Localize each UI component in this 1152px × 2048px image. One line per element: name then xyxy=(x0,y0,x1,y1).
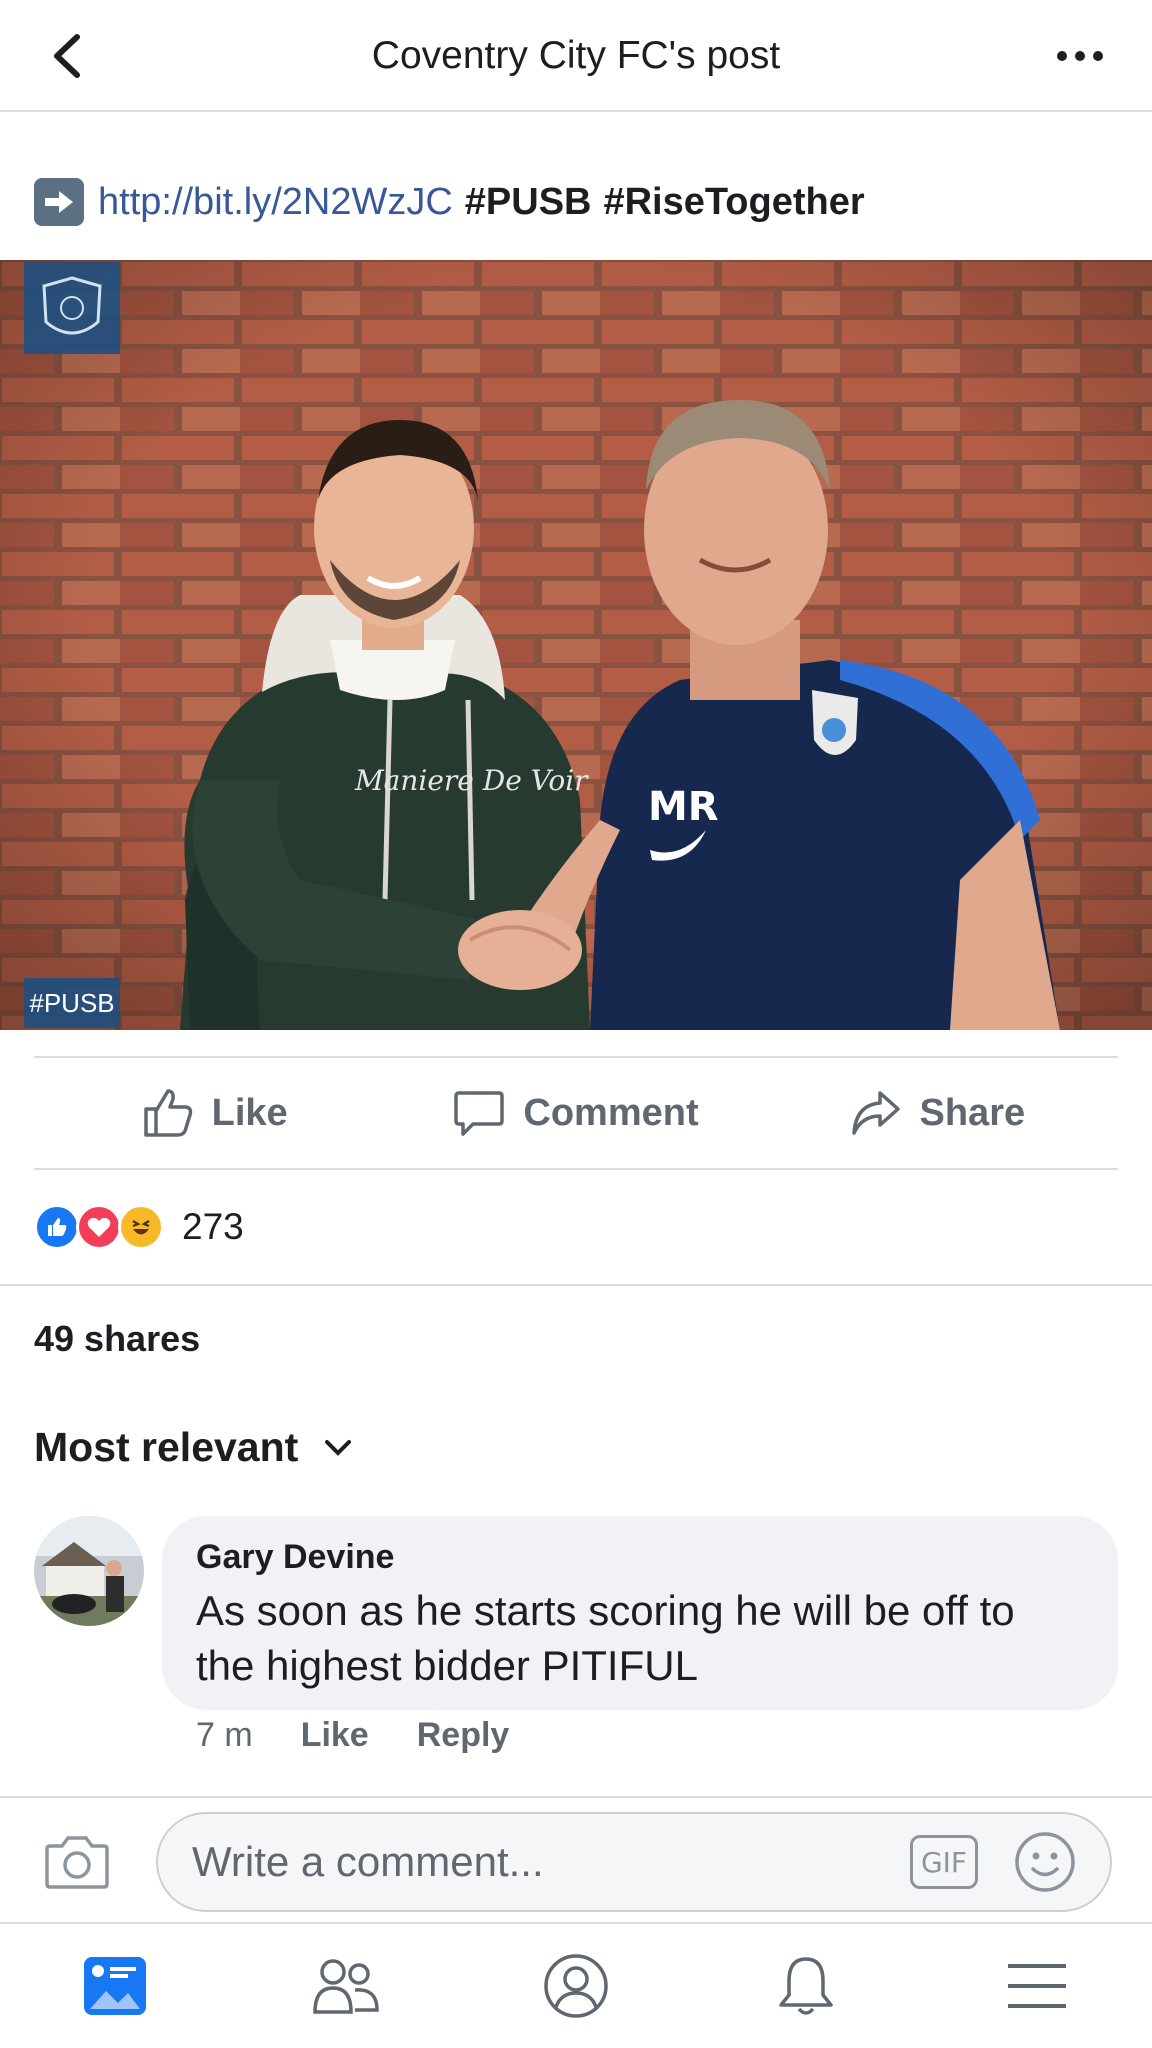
comment-author[interactable]: Gary Devine xyxy=(196,1538,1084,1577)
shirt-initials: MR xyxy=(648,784,719,830)
share-label: Share xyxy=(919,1091,1026,1134)
nav-friends[interactable] xyxy=(230,1924,460,2048)
post-actions: Like Comment Share xyxy=(34,1058,1118,1168)
comment-input[interactable]: Write a comment... GIF xyxy=(156,1812,1112,1912)
more-options-button[interactable] xyxy=(1048,30,1112,82)
svg-text:#PUSB: #PUSB xyxy=(29,988,114,1018)
post-photo[interactable]: Maniere De Voir MR #PUSB xyxy=(0,260,1152,1030)
chevron-down-icon xyxy=(325,1439,352,1456)
hashtag-pusb[interactable]: #PUSB xyxy=(465,181,592,224)
nav-news-feed[interactable] xyxy=(0,1924,230,2048)
comment-meta: 7 m Like Reply xyxy=(196,1716,557,1755)
hashtag-badge: #PUSB xyxy=(24,978,120,1028)
hamburger-menu-icon xyxy=(1007,1964,1066,2008)
right-arrow-emoji-icon xyxy=(34,178,84,226)
hoodie-text: Maniere De Voir xyxy=(354,764,589,797)
avatar[interactable] xyxy=(34,1516,144,1626)
share-arrow-icon xyxy=(851,1091,900,1135)
share-count[interactable]: 49 shares xyxy=(34,1318,200,1360)
share-button[interactable]: Share xyxy=(757,1058,1118,1168)
comment-time[interactable]: 7 m xyxy=(196,1716,253,1755)
love-reaction-icon xyxy=(76,1204,122,1250)
nav-notifications[interactable] xyxy=(691,1924,921,2048)
comment-sort-dropdown[interactable]: Most relevant xyxy=(34,1424,352,1471)
handshake xyxy=(458,910,582,990)
comment-input-placeholder: Write a comment... xyxy=(192,1838,544,1885)
profile-icon xyxy=(544,1954,608,2018)
post-link[interactable]: http://bit.ly/2N2WzJC xyxy=(98,181,453,224)
comment-text: As soon as he starts scoring he will be … xyxy=(196,1587,1015,1689)
thumbs-up-icon xyxy=(143,1089,192,1137)
gif-button[interactable]: GIF xyxy=(910,1835,978,1889)
comment-label: Comment xyxy=(523,1091,699,1134)
like-reaction-icon xyxy=(34,1204,80,1250)
sort-label: Most relevant xyxy=(34,1424,299,1470)
comment-reply-link[interactable]: Reply xyxy=(417,1716,510,1755)
top-bar: Coventry City FC's post xyxy=(0,0,1152,112)
divider xyxy=(0,1796,1152,1798)
more-dots-icon xyxy=(1057,51,1103,61)
comment-bubble-icon xyxy=(454,1091,505,1136)
nav-menu[interactable] xyxy=(922,1924,1152,2048)
hashtag-risetogether[interactable]: #RiseTogether xyxy=(603,181,864,224)
post-text: http://bit.ly/2N2WzJC #PUSB #RiseTogethe… xyxy=(34,176,877,228)
reaction-summary[interactable]: 273 xyxy=(34,1200,244,1254)
divider xyxy=(34,1168,1118,1170)
bottom-nav xyxy=(0,1924,1152,2048)
comment-button[interactable]: Comment xyxy=(395,1058,756,1168)
like-button[interactable]: Like xyxy=(34,1058,395,1168)
like-label: Like xyxy=(211,1091,288,1134)
camera-icon[interactable] xyxy=(44,1834,110,1890)
divider xyxy=(0,1284,1152,1286)
friends-icon xyxy=(312,1959,379,2014)
haha-reaction-icon xyxy=(118,1204,164,1250)
club-crest-badge xyxy=(24,262,120,354)
nav-profile[interactable] xyxy=(461,1924,691,2048)
reaction-count: 273 xyxy=(182,1206,244,1247)
news-feed-icon xyxy=(84,1957,147,2015)
comment-bubble: Gary Devine As soon as he starts scoring… xyxy=(162,1516,1118,1710)
comment-like-link[interactable]: Like xyxy=(301,1716,369,1755)
bell-icon xyxy=(779,1957,834,2015)
emoji-smile-icon[interactable] xyxy=(1014,1831,1076,1893)
page-title: Coventry City FC's post xyxy=(371,34,781,77)
